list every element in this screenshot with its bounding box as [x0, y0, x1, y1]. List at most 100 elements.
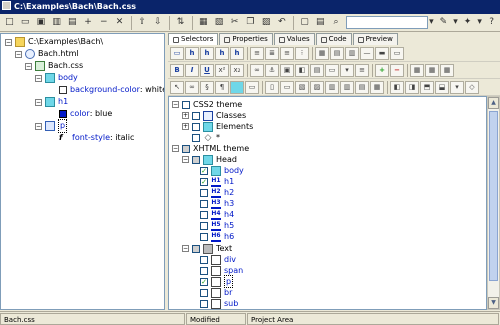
tree-row-xhtml-theme[interactable]: − XHTML theme — [172, 143, 249, 154]
checkbox[interactable] — [182, 100, 190, 109]
grid-6-icon[interactable]: ▦ — [425, 64, 439, 77]
declaration-row[interactable]: f font-style: italic — [59, 132, 134, 144]
object-icon[interactable]: ◧ — [295, 64, 309, 77]
color-dropdown-icon[interactable]: ▾ — [452, 16, 459, 30]
table-icon[interactable]: ▦ — [315, 47, 329, 60]
tree-row-root[interactable]: − C:\Examples\Bach\ — [5, 36, 103, 48]
form-icon[interactable]: ▤ — [310, 64, 324, 77]
hr-icon[interactable]: — — [360, 47, 374, 60]
tab-properties[interactable]: Properties — [219, 33, 273, 45]
checkbox[interactable] — [200, 288, 208, 297]
scroll-up-icon[interactable]: ▲ — [488, 97, 499, 109]
add-rule-icon[interactable]: + — [81, 16, 96, 30]
textarea-icon[interactable]: ≡ — [355, 64, 369, 77]
list-item-body[interactable]: ✓ body — [200, 165, 244, 176]
grid-4-icon[interactable]: ▦ — [410, 64, 424, 77]
collapse-icon[interactable]: − — [172, 145, 179, 152]
script-icon[interactable]: § — [200, 81, 214, 94]
tab-preview[interactable]: Preview — [352, 33, 398, 45]
checkbox[interactable] — [200, 255, 208, 264]
expand-icon[interactable]: + — [182, 123, 189, 130]
collapse-icon[interactable]: − — [35, 74, 42, 82]
checkbox[interactable] — [192, 122, 200, 131]
list-icon[interactable]: ≡ — [250, 47, 264, 60]
layer2-icon[interactable]: ▨ — [310, 81, 324, 94]
paste-icon[interactable]: ▨ — [259, 16, 274, 30]
properties-icon[interactable]: ▦ — [196, 16, 211, 30]
find-icon[interactable]: ⌕ — [329, 16, 344, 30]
tree-row-classes[interactable]: + Classes — [182, 110, 246, 121]
tree-row-text[interactable]: − Text — [182, 243, 232, 254]
scroll-down-icon[interactable]: ▼ — [488, 297, 499, 309]
delete-icon[interactable]: ✕ — [112, 16, 127, 30]
superscript-icon[interactable]: x² — [215, 64, 229, 77]
close-file-icon[interactable]: ▥ — [49, 16, 64, 30]
copy-icon[interactable]: ❐ — [243, 16, 258, 30]
checkbox-checked[interactable]: ✓ — [200, 277, 208, 286]
cell-icon[interactable]: ▦ — [370, 81, 384, 94]
div-icon[interactable]: ▯ — [265, 81, 279, 94]
table-cell-icon[interactable]: ▥ — [345, 47, 359, 60]
body-element-icon[interactable]: ▭ — [245, 81, 259, 94]
paint-icon[interactable]: ✎ — [436, 16, 451, 30]
tree-row-css2-theme[interactable]: − CSS2 theme — [172, 99, 242, 110]
image-icon[interactable]: ▣ — [280, 64, 294, 77]
tree-row-css[interactable]: − Bach.css — [25, 60, 83, 72]
list-item-h4[interactable]: H4 h4 — [200, 209, 234, 220]
checkbox-checked[interactable]: ✓ — [200, 177, 208, 186]
tree-row-head[interactable]: − Head — [182, 154, 237, 165]
collapse-icon[interactable]: − — [35, 98, 42, 106]
grid-9-icon[interactable]: ▦ — [440, 64, 454, 77]
checkbox[interactable] — [200, 266, 208, 275]
table-row-icon[interactable]: ▤ — [330, 47, 344, 60]
pointer-icon[interactable]: ↖ — [170, 81, 184, 94]
save-icon[interactable]: ▣ — [33, 16, 48, 30]
checkbox[interactable] — [192, 155, 200, 164]
undo-icon[interactable]: ↶ — [275, 16, 290, 30]
tree-row-elements[interactable]: + Elements — [182, 121, 253, 132]
head-element-icon[interactable] — [230, 81, 244, 94]
list-item-h5[interactable]: H5 h5 — [200, 220, 234, 231]
list-item-h2[interactable]: H2 h2 — [200, 187, 234, 198]
column-icon[interactable]: ▥ — [325, 81, 339, 94]
open-folder-icon[interactable]: ▭ — [18, 16, 33, 30]
list-item-div[interactable]: div — [200, 254, 236, 265]
list-outdent-icon[interactable]: ≡ — [280, 47, 294, 60]
input-icon[interactable]: ▭ — [325, 64, 339, 77]
move-up-icon[interactable]: ⇧ — [135, 16, 150, 30]
rule-body[interactable]: − body — [35, 72, 78, 84]
list-item-h6[interactable]: H6 h6 — [200, 231, 234, 242]
remove-red-icon[interactable]: − — [390, 64, 404, 77]
checkbox[interactable] — [200, 299, 208, 308]
collapse-icon[interactable]: − — [35, 122, 42, 130]
anchor-icon[interactable]: ⚓ — [265, 64, 279, 77]
view-icon[interactable]: ▢ — [297, 16, 312, 30]
cut-rule-icon[interactable]: ▤ — [65, 16, 80, 30]
list-item-span[interactable]: span — [200, 265, 243, 276]
list-item-h1[interactable]: ✓ H1 h1 — [200, 176, 234, 187]
underline-button[interactable]: U — [200, 64, 214, 77]
checkbox[interactable] — [200, 199, 208, 208]
new-file-icon[interactable]: □ — [2, 16, 17, 30]
frame-bottom-icon[interactable]: ⬓ — [435, 81, 449, 94]
rule-h1[interactable]: − h1 — [35, 96, 68, 108]
checkbox[interactable] — [200, 188, 208, 197]
selector-h1-icon[interactable]: h — [185, 47, 199, 60]
layer-icon[interactable]: ▧ — [295, 81, 309, 94]
checkbox[interactable] — [200, 221, 208, 230]
add-green-icon[interactable]: + — [375, 64, 389, 77]
checkbox[interactable] — [192, 244, 200, 253]
collapse-icon[interactable]: − — [15, 50, 22, 58]
wizard-icon[interactable]: ✦ — [460, 16, 475, 30]
cut-icon[interactable]: ✂ — [227, 16, 242, 30]
wizard-dropdown-icon[interactable]: ▾ — [476, 16, 483, 30]
subscript-icon[interactable]: x₂ — [230, 64, 244, 77]
frame-top-icon[interactable]: ⬒ — [420, 81, 434, 94]
collapse-icon[interactable]: − — [172, 101, 179, 108]
checkbox[interactable] — [192, 111, 200, 120]
find-dropdown-icon[interactable]: ▾ — [428, 16, 435, 30]
checkbox[interactable] — [182, 144, 190, 153]
collapse-icon[interactable]: − — [182, 156, 189, 163]
select-icon[interactable]: ▾ — [340, 64, 354, 77]
collapse-icon[interactable]: − — [25, 62, 32, 70]
